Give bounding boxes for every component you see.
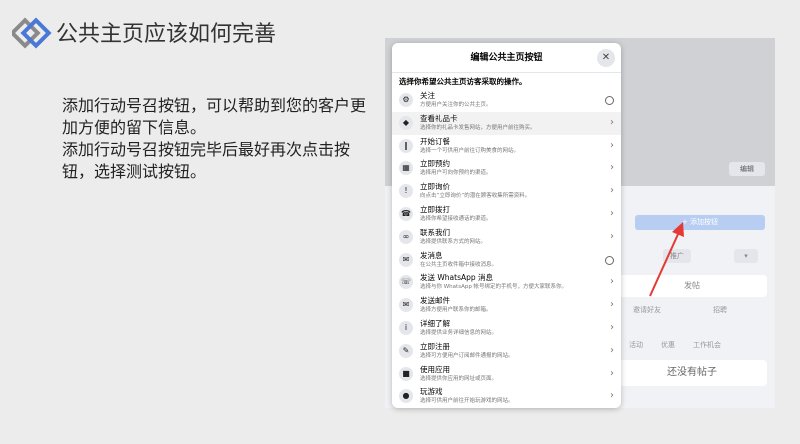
option-row[interactable]: ∞ 联系我们 选择提供联系方式的网站。 › — [392, 226, 621, 249]
paragraph-test: 添加行动号召按钮完毕后最好再次点击按钮，选择测试按钮。 — [62, 140, 351, 181]
option-label: 开始订餐 — [420, 136, 450, 146]
whatsapp-icon: ☏ — [399, 275, 413, 290]
close-icon[interactable]: ✕ — [597, 49, 615, 67]
utensils-icon: ‖ — [399, 138, 413, 153]
option-description: 在公共主页收件箱中接收消息。 — [420, 261, 498, 268]
option-label: 立即询价 — [420, 182, 450, 192]
option-row[interactable]: ☏ 发送 WhatsApp 消息 选择与你 WhatsApp 帐号绑定的手机号，方便… — [392, 271, 621, 294]
chevron-right-icon: › — [610, 139, 614, 151]
chevron-right-icon: › — [610, 344, 614, 356]
more-options-button[interactable]: ▾ — [734, 249, 758, 263]
promote-button[interactable]: 推广 — [663, 249, 691, 263]
add-button-cta[interactable]: + 添加按钮 — [635, 215, 765, 230]
option-label: 关注 — [420, 91, 435, 100]
option-label: 玩游戏 — [420, 387, 443, 397]
radio-button[interactable] — [605, 255, 614, 265]
chevron-right-icon: › — [610, 299, 614, 311]
chip-jobs[interactable]: 招聘 — [713, 305, 727, 315]
pencil-icon: ✎ — [399, 343, 413, 358]
option-label: 联系我们 — [420, 227, 450, 237]
chevron-right-icon: › — [610, 390, 614, 402]
option-label: 发消息 — [420, 250, 443, 260]
chevron-right-icon: › — [610, 185, 614, 197]
modal-header: 编辑公共主页按钮 ✕ — [392, 43, 621, 73]
diamond-logo-icon — [12, 17, 52, 49]
option-label: 立即预约 — [420, 159, 450, 169]
box-icon: ■ — [399, 366, 413, 381]
option-row[interactable]: ! 立即询价 向点击“立即询价”的潜在顾客收集所需资料。 › — [392, 180, 621, 203]
gear-icon: ⚙ — [399, 93, 413, 107]
option-row[interactable]: ■ 使用应用 选择提供你应用的网址或页面。 › — [392, 363, 621, 386]
edit-page-button-modal: 编辑公共主页按钮 ✕ 选择你希望公共主页访客采取的操作。 ⚙ 关注方便用户关注你的… — [392, 43, 621, 408]
option-row[interactable]: ▦ 立即预约 选择用户可向你预约的渠道。 › — [392, 157, 621, 180]
mail-icon: ✉ — [399, 298, 413, 313]
chevron-right-icon: › — [610, 207, 614, 219]
chevron-right-icon: › — [610, 116, 614, 128]
option-row[interactable]: ✉ 发消息 在公共主页收件箱中接收消息。 — [392, 249, 621, 272]
radio-button[interactable] — [605, 96, 614, 105]
slide-title: 公共主页应该如何完善 — [56, 22, 277, 47]
option-row[interactable]: ☎ 立即拨打 选择你希望接收通话的渠道。 › — [392, 203, 621, 226]
option-description: 选择提供你应用的网址或页面。 — [420, 375, 498, 382]
option-label: 发送邮件 — [420, 296, 450, 306]
option-row[interactable]: ✎ 立即注册 选择可方便用户订阅邮件通报的网站。 › — [392, 340, 621, 363]
option-description: 选择可供用户前往开始玩游戏的网站。 — [420, 398, 514, 405]
chevron-right-icon: › — [610, 321, 614, 333]
options-list: ⚙ 关注方便用户关注你的公共主页。 ◆ 查看礼品卡 选择你的礼品卡发售网站，方便用户前往… — [392, 89, 621, 408]
chevron-right-icon: › — [610, 367, 614, 379]
chip-events[interactable]: 活动 — [629, 340, 643, 350]
option-label: 详细了解 — [420, 318, 450, 328]
chevron-right-icon: › — [610, 230, 614, 242]
slide-body-text: 添加行动号召按钮，可以帮助到您的客户更加方便的留下信息。 添加行动号召按钮完毕后… — [62, 95, 372, 183]
option-description: 选择提供业务详细信息的网站。 — [420, 329, 498, 336]
messenger-icon: ✉ — [399, 252, 413, 267]
chevron-right-icon: › — [610, 162, 614, 174]
modal-subtitle: 选择你希望公共主页访客采取的操作。 — [399, 77, 527, 86]
option-description: 方便用户关注你的公共主页。 — [420, 102, 492, 108]
option-description: 选择用户可向你预约的渠道。 — [420, 170, 492, 177]
info-icon: i — [399, 320, 413, 335]
option-description: 选择一个可供用户前往订购美食的网站。 — [420, 147, 520, 154]
edit-cover-button[interactable]: 编辑 — [729, 162, 765, 176]
create-post-box[interactable]: 发帖 — [617, 275, 767, 297]
option-row[interactable]: i 详细了解 选择提供业务详细信息的网站。 › — [392, 317, 621, 340]
chip-invite[interactable]: 邀请好友 — [633, 305, 661, 315]
chevron-right-icon: › — [610, 276, 614, 288]
chip-jobs-2[interactable]: 工作机会 — [693, 340, 721, 350]
option-label: 查看礼品卡 — [420, 113, 458, 123]
option-description: 选择提供联系方式的网站。 — [420, 238, 487, 245]
option-description: 选择你希望接收通话的渠道。 — [420, 215, 492, 222]
option-description: 选择你的礼品卡发售网站，方便用户前往购买。 — [420, 124, 536, 131]
option-description: 向点击“立即询价”的潜在顾客收集所需资料。 — [420, 193, 531, 200]
chip-offers[interactable]: 优惠 — [661, 340, 675, 350]
calendar-icon: ▦ — [399, 161, 413, 176]
game-icon: ● — [399, 389, 413, 404]
paragraph-cta: 添加行动号召按钮，可以帮助到您的客户更加方便的留下信息。 — [62, 96, 367, 137]
gift-card-icon: ◆ — [399, 115, 413, 130]
option-row[interactable]: ✉ 发送邮件 选择方便用户联系你的邮箱。 › — [392, 294, 621, 317]
quote-icon: ! — [399, 184, 413, 199]
option-label: 发送 WhatsApp 消息 — [420, 273, 494, 283]
option-row[interactable]: ◆ 查看礼品卡 选择你的礼品卡发售网站，方便用户前往购买。 › — [392, 111, 621, 135]
option-label: 立即注册 — [420, 341, 450, 351]
option-row[interactable]: ‖ 开始订餐 选择一个可供用户前往订购美食的网站。 › — [392, 135, 621, 158]
link-icon: ∞ — [399, 229, 413, 244]
option-row[interactable]: ● 玩游戏 选择可供用户前往开始玩游戏的网站。 › — [392, 385, 621, 408]
option-label: 使用应用 — [420, 364, 450, 374]
option-description: 选择可方便用户订阅邮件通报的网站。 — [420, 352, 514, 359]
option-row[interactable]: ⚙ 关注方便用户关注你的公共主页。 — [392, 89, 621, 112]
option-description: 选择与你 WhatsApp 帐号绑定的手机号，方便大家联系你。 — [420, 284, 568, 291]
no-posts-label: 还没有帖子 — [617, 360, 767, 386]
phone-icon: ☎ — [399, 206, 413, 221]
option-description: 选择方便用户联系你的邮箱。 — [420, 307, 492, 314]
modal-title: 编辑公共主页按钮 — [470, 53, 543, 63]
option-label: 立即拨打 — [420, 204, 450, 214]
